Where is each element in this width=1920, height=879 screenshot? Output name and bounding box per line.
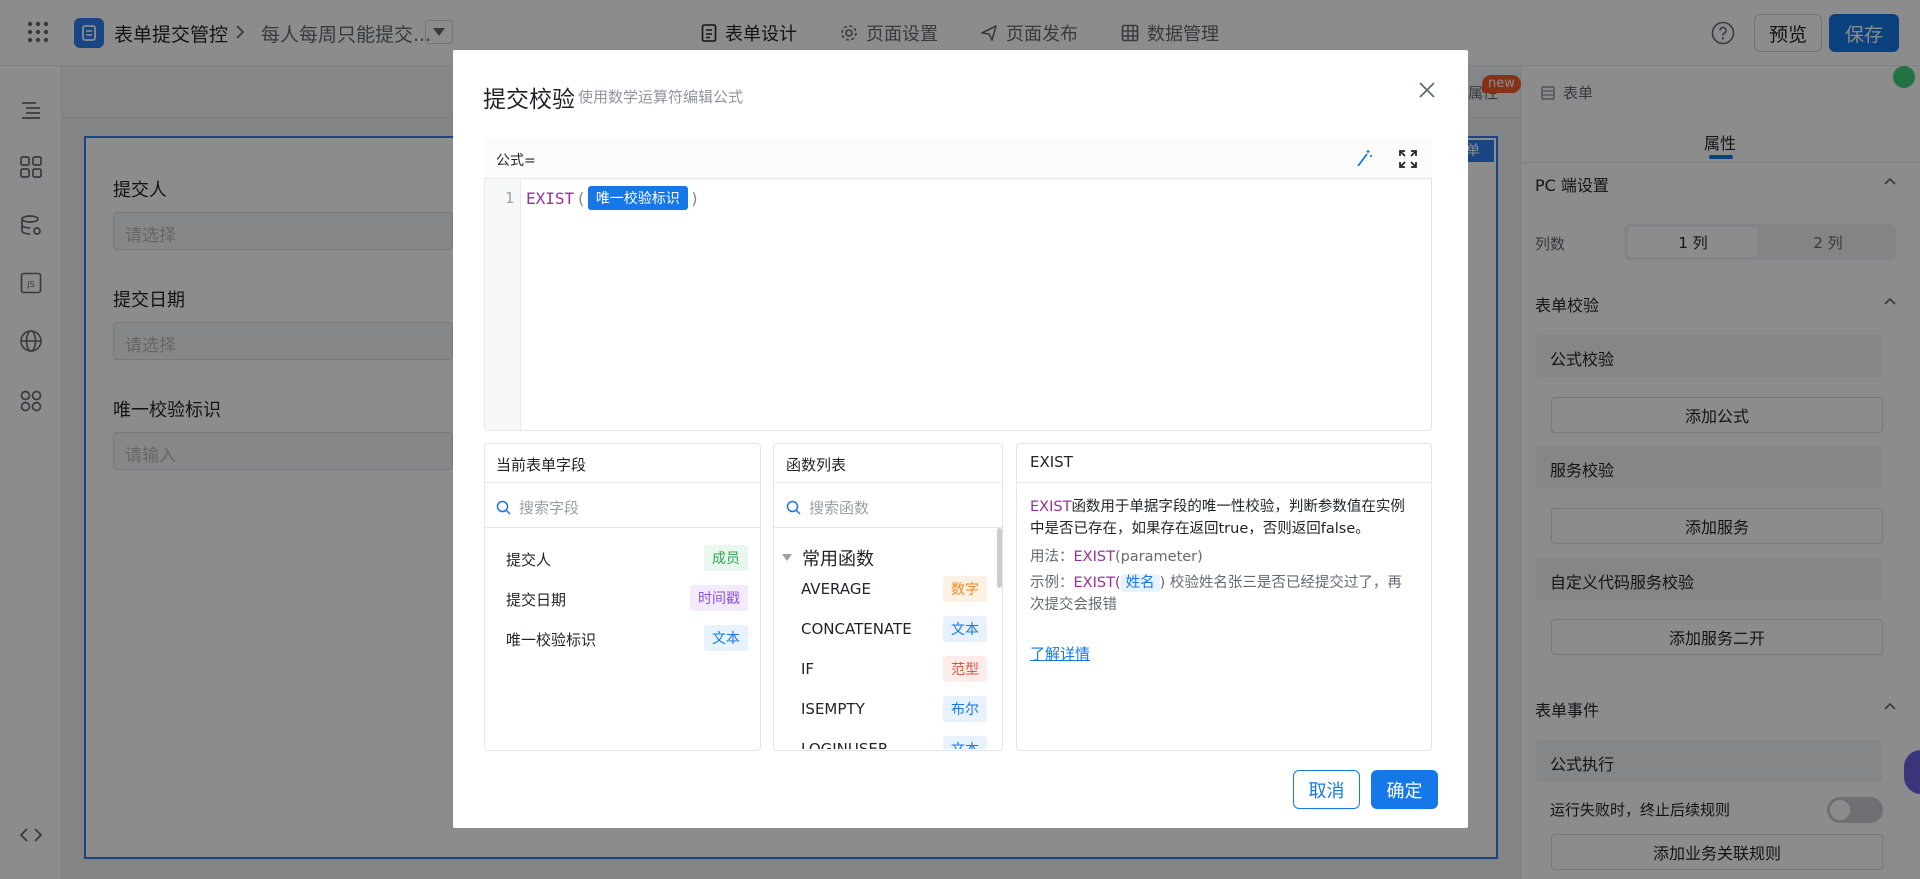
function-item-tag: 文本 [943, 736, 987, 749]
field-item-tag: 成员 [704, 545, 748, 571]
function-item-label: AVERAGE [801, 580, 871, 598]
field-item[interactable]: 提交人 成员 [486, 542, 758, 574]
function-item-label: LOGINUSER [801, 740, 889, 749]
field-item-tag: 文本 [704, 625, 748, 651]
function-list: AVERAGE 数字 CONCATENATE 文本 IF 范型 ISEMPTY … [775, 573, 995, 749]
doc-example-rest2: 次提交会报错 [1030, 597, 1117, 613]
function-item-tag: 数字 [943, 576, 987, 602]
caret-down-icon [782, 554, 792, 561]
doc-pane-title: EXIST [1030, 453, 1073, 471]
doc-description: EXIST函数用于单据字段的唯一性校验，判断参数值在实例 中是否已存在，如果存在… [1030, 496, 1420, 540]
function-item[interactable]: IF 范型 [775, 653, 995, 685]
doc-usage: 用法：EXIST(parameter) [1030, 545, 1203, 566]
field-item-label: 提交日期 [506, 591, 567, 609]
function-item-tag: 范型 [943, 656, 987, 682]
function-item-tag: 布尔 [943, 696, 987, 722]
function-scrollbar[interactable] [997, 528, 1002, 588]
formula-editor[interactable] [484, 139, 1432, 431]
confirm-button[interactable]: 确定 [1371, 770, 1438, 809]
divider [1017, 482, 1431, 483]
field-item-label: 唯一校验标识 [506, 631, 597, 649]
magic-wand-icon[interactable] [1353, 149, 1373, 169]
search-icon [786, 500, 801, 515]
function-pane-title: 函数列表 [786, 456, 847, 474]
doc-func-name: EXIST [1030, 499, 1072, 515]
formula-label: 公式= [496, 153, 536, 169]
fields-pane-title: 当前表单字段 [496, 456, 587, 474]
divider [774, 482, 1002, 483]
doc-usage-label: 用法： [1030, 549, 1074, 565]
function-item-tag: 文本 [943, 616, 987, 642]
function-group-label: 常用函数 [802, 549, 874, 570]
function-item-label: ISEMPTY [801, 700, 865, 718]
learn-more-link[interactable]: 了解详情 [1030, 643, 1090, 664]
editor-gutter [485, 180, 521, 430]
doc-example: 示例：EXIST(姓名) 校验姓名张三是否已经提交过了，再 次提交会报错 [1030, 572, 1420, 616]
field-item-tag: 时间戳 [690, 585, 748, 611]
cancel-button[interactable]: 取消 [1293, 770, 1360, 809]
doc-example-chip: 姓名 [1120, 574, 1160, 592]
close-icon[interactable] [1417, 80, 1437, 100]
modal-subtitle: 使用数学运算符编辑公式 [578, 88, 744, 106]
line-number: 1 [505, 189, 515, 207]
function-item[interactable]: AVERAGE 数字 [775, 573, 995, 605]
function-item-label: CONCATENATE [801, 620, 912, 638]
function-item[interactable]: LOGINUSER 文本 [775, 733, 995, 749]
field-item-label: 提交人 [506, 551, 552, 569]
doc-desc-line1: 函数用于单据字段的唯一性校验，判断参数值在实例 [1071, 499, 1405, 515]
field-item[interactable]: 唯一校验标识 文本 [486, 622, 758, 654]
search-icon [496, 500, 511, 515]
function-group[interactable]: 常用函数 [782, 545, 874, 571]
field-search-input[interactable]: 搜索字段 [496, 497, 751, 518]
function-item[interactable]: CONCATENATE 文本 [775, 613, 995, 645]
code-field-chip[interactable]: 唯一校验标识 [587, 186, 688, 210]
formula-editor-header [484, 139, 1432, 179]
doc-example-func: EXIST( [1073, 575, 1121, 591]
function-item[interactable]: ISEMPTY 布尔 [775, 693, 995, 725]
function-search-input[interactable]: 搜索函数 [786, 497, 991, 518]
doc-usage-func: EXIST [1073, 549, 1115, 565]
function-item-label: IF [801, 660, 815, 678]
field-search-placeholder: 搜索字段 [519, 499, 580, 517]
code-function: EXIST [526, 188, 575, 208]
divider [485, 527, 760, 528]
divider [485, 482, 760, 483]
doc-usage-rest: (parameter) [1114, 549, 1203, 565]
function-search-placeholder: 搜索函数 [809, 499, 870, 517]
formula-code[interactable]: EXIST ( 唯一校验标识 ) [526, 186, 699, 210]
field-item[interactable]: 提交日期 时间戳 [486, 582, 758, 614]
doc-example-label: 示例： [1030, 575, 1074, 591]
code-open-paren: ( [576, 188, 586, 208]
doc-example-rest1: ) 校验姓名张三是否已经提交过了，再 [1159, 575, 1402, 591]
modal-title: 提交校验 [483, 87, 575, 113]
fullscreen-icon[interactable] [1398, 149, 1418, 169]
code-close-paren: ) [689, 188, 700, 208]
doc-desc-line2: 中是否已存在，如果存在返回true，否则返回false。 [1030, 521, 1370, 537]
divider [774, 527, 1002, 528]
